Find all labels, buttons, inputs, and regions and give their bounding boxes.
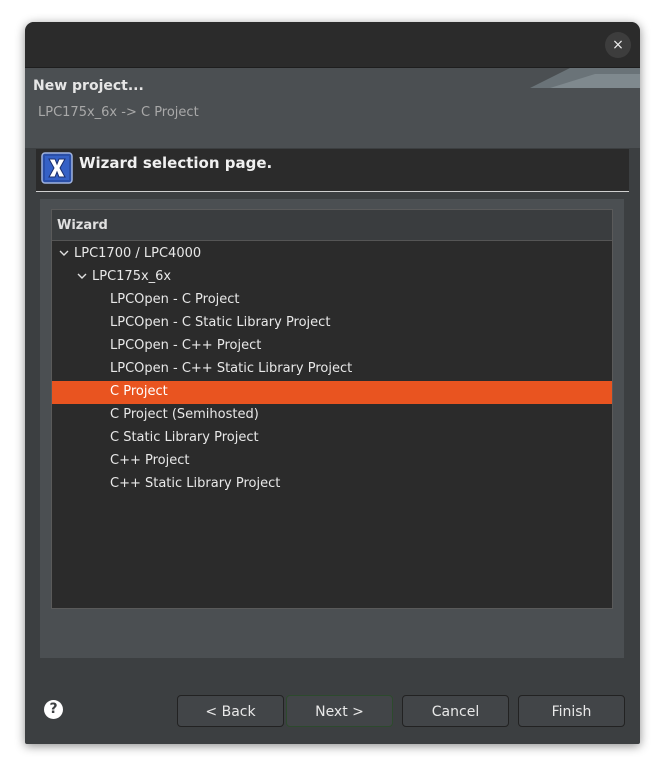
finish-button[interactable]: Finish	[518, 695, 625, 727]
page-title: Wizard selection page.	[79, 154, 273, 172]
tree-item-label: C Static Library Project	[110, 430, 259, 445]
tree-item[interactable]: LPCOpen - C Static Library Project	[52, 312, 612, 335]
tree-item[interactable]: LPC1700 / LPC4000	[52, 243, 612, 266]
header-banner-graphic	[530, 68, 640, 88]
wizard-page-header: Wizard selection page.	[36, 149, 629, 192]
tree-item[interactable]: C Project (Semihosted)	[52, 404, 612, 427]
tree-item[interactable]: C++ Project	[52, 450, 612, 473]
tree-item-label: LPCOpen - C Project	[110, 292, 240, 307]
wizard-header: New project... LPC175x_6x -> C Project	[25, 68, 640, 148]
app-logo-icon	[41, 152, 73, 184]
title-bar: ×	[25, 22, 640, 68]
tree-item-label: LPC175x_6x	[92, 269, 172, 284]
back-button[interactable]: < Back	[177, 695, 284, 727]
wizard-tree[interactable]: Wizard LPC1700 / LPC4000 LPC175x_6x LPCOpe…	[51, 209, 613, 609]
tree-rows: LPC1700 / LPC4000 LPC175x_6x LPCOpen - C P…	[52, 243, 612, 496]
tree-item[interactable]: C++ Static Library Project	[52, 473, 612, 496]
tree-item-label: C++ Project	[110, 453, 190, 468]
button-bar: ? < Back Next > Cancel Finish	[25, 682, 640, 742]
tree-item-label: LPC1700 / LPC4000	[74, 246, 202, 261]
header-title: New project...	[33, 78, 144, 94]
next-button[interactable]: Next >	[286, 695, 393, 727]
tree-item-label: LPCOpen - C++ Project	[110, 338, 262, 353]
tree-column-header-label: Wizard	[57, 218, 108, 233]
tree-item-label: LPCOpen - C Static Library Project	[110, 315, 331, 330]
tree-item-label: C++ Static Library Project	[110, 476, 281, 491]
cancel-button[interactable]: Cancel	[402, 695, 509, 727]
help-icon[interactable]: ?	[44, 700, 63, 719]
chevron-down-icon[interactable]	[58, 247, 70, 259]
tree-item[interactable]: LPCOpen - C Project	[52, 289, 612, 312]
tree-item[interactable]: LPC175x_6x	[52, 266, 612, 289]
chevron-down-icon[interactable]	[76, 270, 88, 282]
wizard-tree-group: Wizard LPC1700 / LPC4000 LPC175x_6x LPCOpe…	[40, 199, 624, 658]
tree-item[interactable]: LPCOpen - C++ Static Library Project	[52, 358, 612, 381]
tree-item[interactable]: LPCOpen - C++ Project	[52, 335, 612, 358]
tree-column-header[interactable]: Wizard	[52, 210, 612, 241]
tree-item-label: LPCOpen - C++ Static Library Project	[110, 361, 353, 376]
tree-item-label: C Project	[110, 384, 168, 399]
tree-item-label: C Project (Semihosted)	[110, 407, 259, 422]
header-subtitle: LPC175x_6x -> C Project	[38, 105, 199, 120]
tree-item[interactable]: C Project	[52, 381, 612, 404]
close-button[interactable]: ×	[605, 32, 631, 58]
new-project-dialog: × New project... LPC175x_6x -> C Project…	[25, 22, 640, 744]
tree-item[interactable]: C Static Library Project	[52, 427, 612, 450]
wizard-content: Wizard selection page. Wizard LPC1700 / …	[36, 149, 629, 669]
